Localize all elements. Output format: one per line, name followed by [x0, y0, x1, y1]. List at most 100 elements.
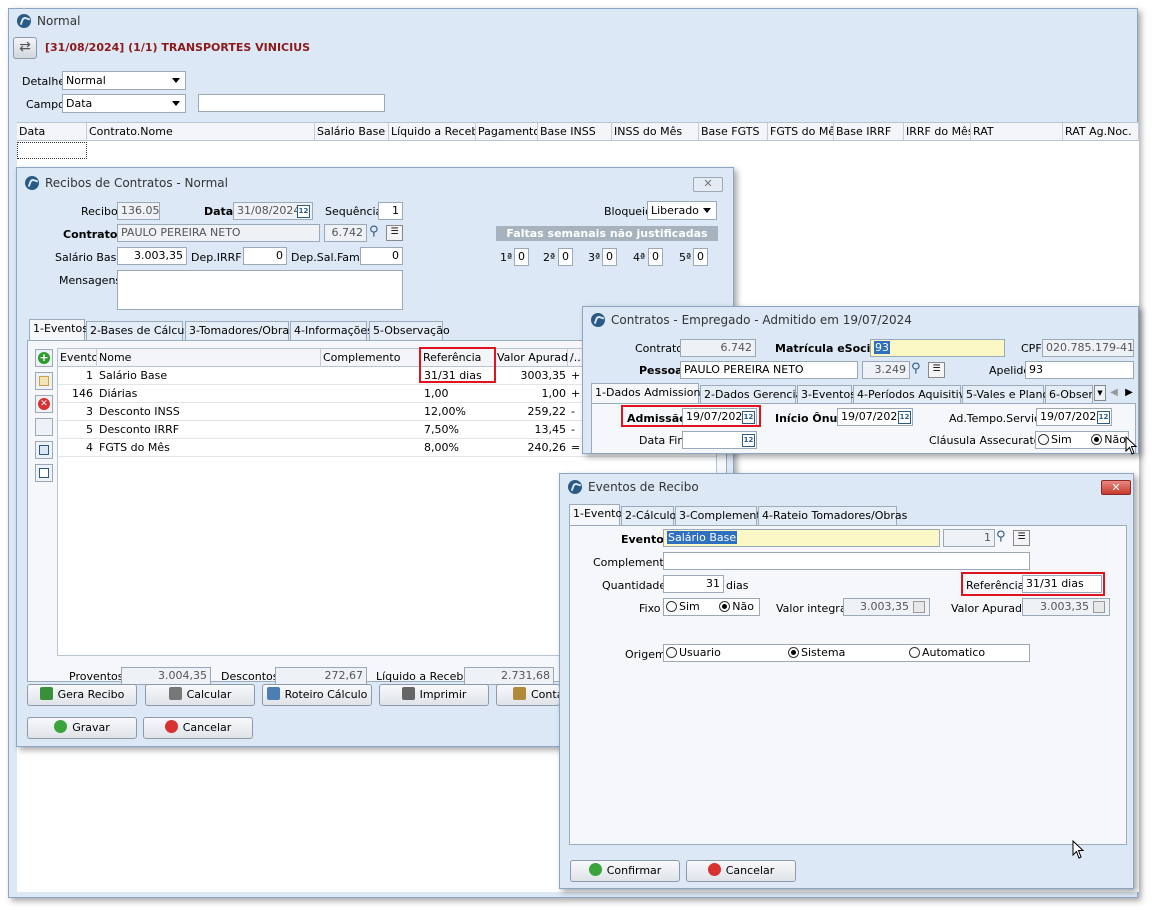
calcular-button[interactable]: Calcular	[145, 684, 255, 706]
tab-observacao[interactable]: 5-Observação	[369, 321, 450, 340]
gravar-button[interactable]: Gravar	[27, 717, 137, 739]
apelido-field[interactable]: 93	[1025, 361, 1134, 379]
ev-fixo-nao-radio[interactable]: Não	[719, 600, 754, 613]
col-base-fgts[interactable]: Base FGTS	[699, 123, 768, 141]
col-base-inss[interactable]: Base INSS	[538, 123, 612, 141]
ct-contrato-field: 6.742	[680, 339, 756, 357]
swap-icon[interactable]: ⇄	[13, 37, 37, 59]
tab-tomadores-obras[interactable]: 3-Tomadores/Obras	[185, 321, 295, 340]
clausula-nao-radio[interactable]: Não	[1091, 433, 1126, 446]
roteiro-calculo-button[interactable]: Roteiro Cálculo	[262, 684, 372, 706]
ev-origem-automatico-radio[interactable]: Automatico	[909, 645, 985, 661]
sequencia-field[interactable]: 1	[378, 202, 403, 220]
ct-tab-periodos[interactable]: 4-Períodos Aquisitivos	[853, 385, 978, 404]
depirrf-field[interactable]: 0	[243, 247, 287, 265]
ev-tab-rateio[interactable]: 4-Rateio Tomadores/Obras	[758, 506, 907, 525]
ct-tab-eventos[interactable]: 3-Eventos	[797, 385, 856, 404]
matricula-field[interactable]: 93	[870, 339, 1005, 357]
gera-recibo-button[interactable]: Gera Recibo	[27, 684, 137, 706]
ev-evento-list-icon[interactable]: ☰	[1013, 530, 1030, 546]
falta-1-field[interactable]: 0	[514, 248, 529, 266]
ev-evento-field[interactable]: Salário Base	[663, 529, 940, 547]
detalhe-select[interactable]: Normal	[62, 71, 186, 90]
ev-tab-complemento[interactable]: 3-Complemento	[675, 506, 767, 525]
form-evento-icon[interactable]	[35, 464, 53, 482]
col-liquido[interactable]: Líquido a Receber	[389, 123, 476, 141]
contrato-list-icon[interactable]: ☰	[386, 225, 403, 241]
ev-quantidade-field[interactable]: 31	[663, 575, 724, 593]
contrato-search-icon[interactable]: ⚲	[369, 224, 385, 242]
delete-evento-icon[interactable]: ✕	[35, 395, 53, 413]
salario-field[interactable]: 3.003,35	[117, 247, 187, 265]
col-salario-base[interactable]: Salário Base	[315, 123, 389, 141]
recibos-cancelar-button[interactable]: Cancelar	[143, 717, 253, 739]
main-grid-selected-cell[interactable]	[17, 142, 87, 159]
inicio-onus-calendar-icon[interactable]: 12	[898, 411, 911, 424]
falta-2-field[interactable]: 0	[558, 248, 573, 266]
tab-informacoes[interactable]: 4-Informações	[290, 321, 373, 340]
col-pagamento[interactable]: Pagamento	[476, 123, 538, 141]
ev-origem-usuario-label: Usuario	[679, 646, 721, 659]
ev-valor-apurado-calc-icon[interactable]	[1093, 601, 1105, 613]
ev-valor-integral-calc-icon[interactable]	[913, 601, 925, 613]
col-evento[interactable]: Evento	[58, 349, 97, 367]
col-data[interactable]: Data	[17, 123, 87, 141]
ev-cancelar-button[interactable]: Cancelar	[686, 860, 796, 882]
ev-complemento-field[interactable]	[663, 552, 1030, 570]
falta-3-field[interactable]: 0	[602, 248, 617, 266]
ct-tab-vales[interactable]: 5-Vales e Planos	[962, 385, 1055, 404]
ev-origem-usuario-radio[interactable]: Usuario	[666, 645, 721, 661]
recibos-close-icon[interactable]: ✕	[693, 177, 723, 192]
depsal-field[interactable]: 0	[360, 247, 403, 265]
clausula-sim-radio[interactable]: Sim	[1038, 433, 1072, 446]
falta-5-field[interactable]: 0	[693, 248, 708, 266]
campo-select[interactable]: Data	[62, 94, 186, 113]
col-irrf-mes[interactable]: IRRF do Mês	[904, 123, 971, 141]
col-rat[interactable]: RAT	[971, 123, 1063, 141]
col-inss-mes[interactable]: INSS do Mês	[612, 123, 699, 141]
ct-tab-observacao[interactable]: 6-Obser	[1045, 385, 1093, 404]
ev-fixo-sim-radio[interactable]: Sim	[666, 600, 700, 613]
row-valor: 240,26	[527, 441, 567, 454]
ct-tab-dados-gerenciais[interactable]: 2-Dados Gerenciais	[700, 385, 811, 404]
data-calendar-icon[interactable]: 12	[297, 205, 310, 218]
conta-icon	[513, 687, 526, 700]
conta-button[interactable]: Conta	[496, 684, 560, 706]
add-evento-icon[interactable]: +	[35, 349, 53, 367]
ev-evento-num-field[interactable]: 1	[943, 529, 995, 547]
bloqueio-label: Bloqueio	[604, 205, 652, 218]
bloqueio-select[interactable]: Liberado	[647, 201, 717, 220]
datafim-calendar-icon[interactable]: 12	[742, 434, 755, 447]
eventos-close-icon[interactable]: ✕	[1101, 480, 1131, 495]
tabs-next-icon[interactable]: ▶	[1122, 385, 1136, 401]
contrato-number-field[interactable]: 6.742	[324, 224, 367, 242]
imprimir-button[interactable]: Imprimir	[379, 684, 489, 706]
falta-4-field[interactable]: 0	[648, 248, 663, 266]
col-contrato-nome[interactable]: Contrato.Nome	[87, 123, 315, 141]
tab-bases-calculo[interactable]: 2-Bases de Cálculo	[86, 321, 194, 340]
col-fgts-mes[interactable]: FGTS do Mês	[768, 123, 834, 141]
col-rat-agnoc[interactable]: RAT Ag.Noc.	[1063, 123, 1139, 141]
mensagens-textarea[interactable]	[117, 270, 403, 310]
tab-eventos[interactable]: 1-Eventos	[29, 319, 88, 340]
col-valor-apurado[interactable]: Valor Apurado	[495, 349, 568, 367]
copy-evento-icon[interactable]	[35, 441, 53, 459]
col-base-irrf[interactable]: Base IRRF	[834, 123, 904, 141]
ev-tab-calculo[interactable]: 2-Cálculo	[621, 506, 676, 525]
col-nome[interactable]: Nome	[97, 349, 321, 367]
pessoa-search-icon[interactable]: ⚲	[911, 361, 927, 379]
ev-origem-sistema-radio[interactable]: Sistema	[788, 645, 845, 661]
tabs-prev-icon[interactable]: ◀	[1107, 385, 1121, 401]
ev-evento-search-icon[interactable]: ⚲	[996, 529, 1012, 547]
pessoa-num-field[interactable]: 3.249	[862, 361, 910, 379]
blank-evento-icon[interactable]	[35, 418, 53, 436]
pessoa-list-icon[interactable]: ☰	[928, 362, 945, 378]
ev-tab-evento[interactable]: 1-Evento	[569, 504, 622, 525]
col-complemento[interactable]: Complemento	[321, 349, 421, 367]
adtempo-calendar-icon[interactable]: 12	[1097, 411, 1110, 424]
confirmar-button[interactable]: Confirmar	[570, 860, 680, 882]
edit-evento-icon[interactable]	[35, 372, 53, 390]
tabs-dropdown-icon[interactable]: ▼	[1094, 385, 1106, 401]
campo-search-input[interactable]	[198, 94, 385, 112]
ct-tab-dados-admissionais[interactable]: 1-Dados Admissionais	[591, 383, 716, 404]
